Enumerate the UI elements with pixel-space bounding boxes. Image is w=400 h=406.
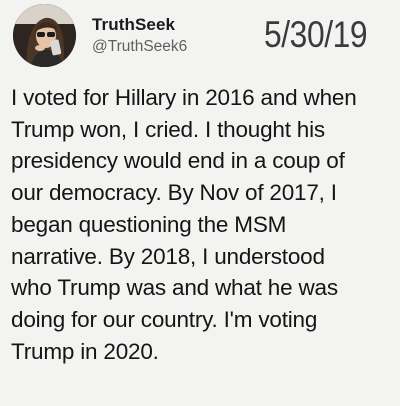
post-body: I voted for Hillary in 2016 and when Tru… [11, 82, 400, 367]
user-handle[interactable]: @TruthSeek6 [92, 38, 187, 56]
post-body-line: Trump won, I cried. I thought his [11, 116, 325, 142]
post-body-line: presidency would end in a coup of [11, 148, 345, 174]
date-stamp: 5/30/19 [264, 14, 368, 55]
post-card: TruthSeek @TruthSeek6 5/30/19 I voted fo… [0, 0, 400, 406]
post-body-line: narrative. By 2018, I understood [11, 243, 325, 269]
post-body-line: who Trump was and what he was [11, 275, 338, 301]
avatar[interactable] [13, 4, 76, 67]
display-name[interactable]: TruthSeek [92, 15, 175, 35]
avatar-photo-icon [13, 4, 76, 67]
post-body-line: I voted for Hillary in 2016 and when [11, 85, 357, 110]
post-body-line: Trump in 2020. [11, 338, 159, 364]
post-body-line: doing for our country. I'm voting [11, 306, 318, 332]
post-body-line: our democracy. By Nov of 2017, I [11, 180, 337, 206]
post-body-line: began questioning the MSM [11, 211, 287, 237]
